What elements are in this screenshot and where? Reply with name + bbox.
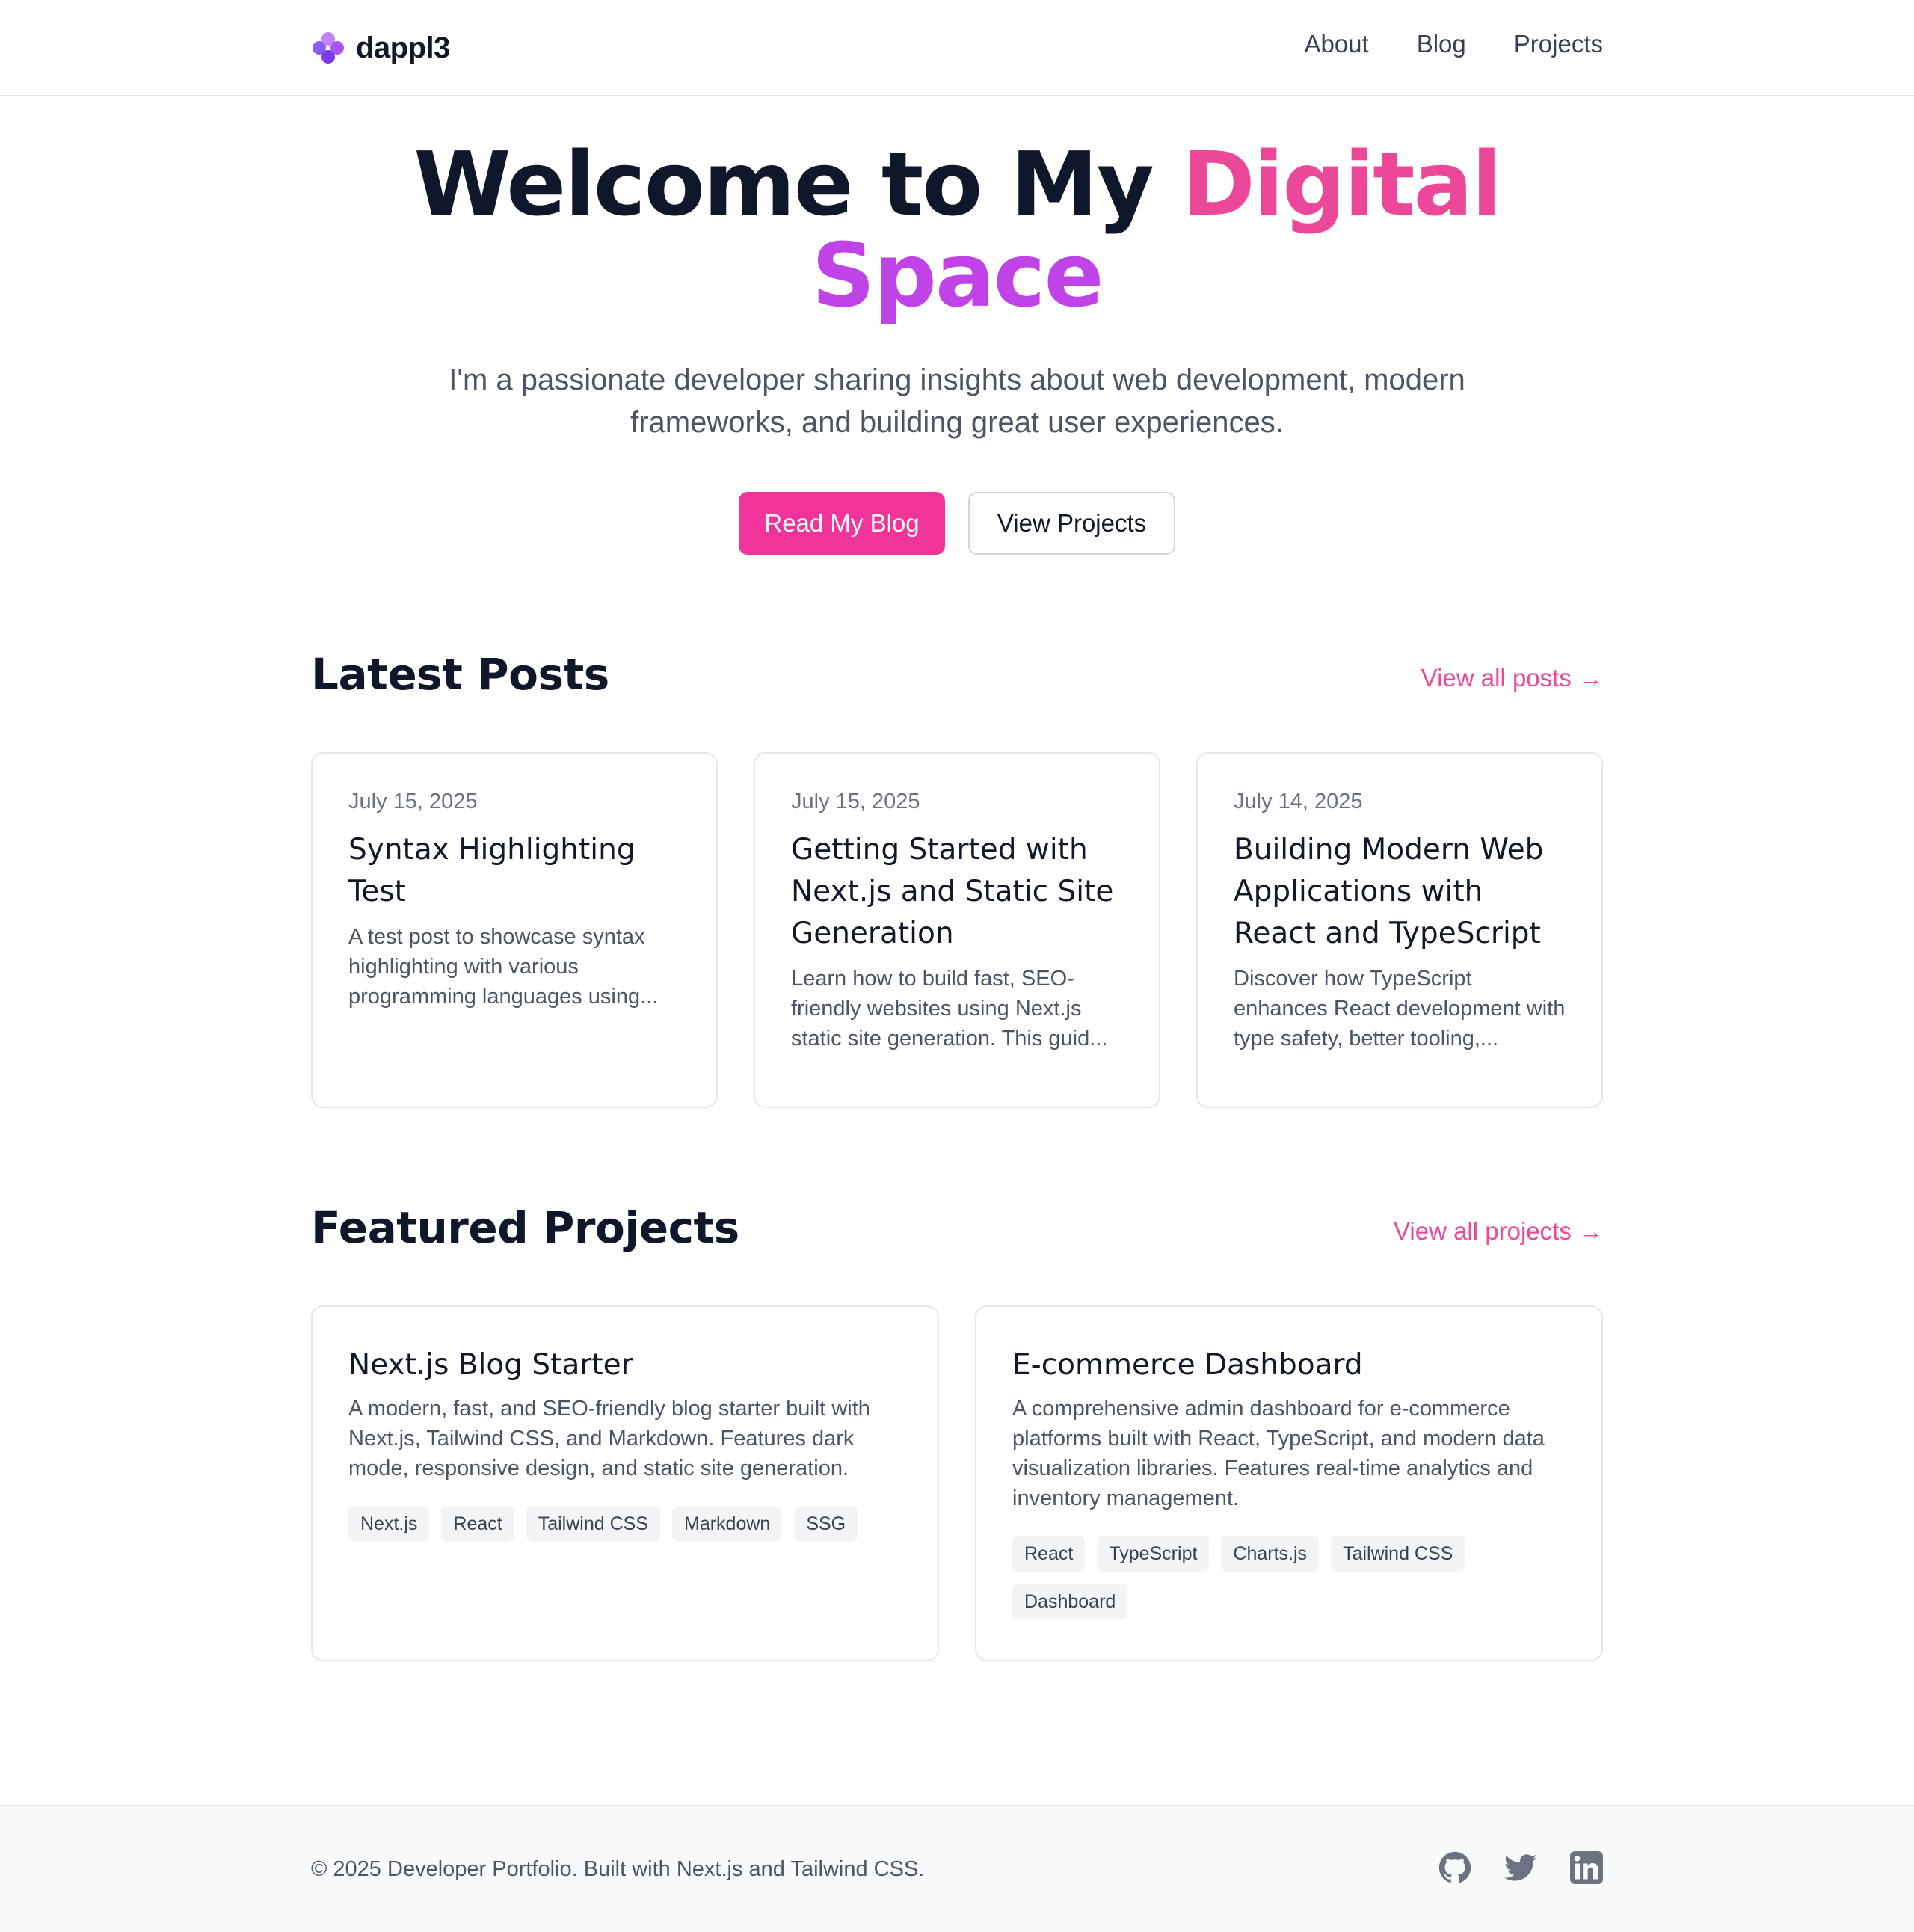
tag: React xyxy=(1012,1536,1086,1572)
project-description: A comprehensive admin dashboard for e-co… xyxy=(1012,1397,1545,1510)
tag: React xyxy=(441,1506,514,1542)
social-links xyxy=(1438,1851,1603,1884)
main-nav: About Blog Projects xyxy=(1304,30,1603,58)
post-excerpt: Learn how to build fast, SEO-friendly we… xyxy=(791,967,1108,1050)
tag: Charts.js xyxy=(1221,1536,1320,1572)
post-date: July 15, 2025 xyxy=(791,790,920,813)
tag: Tailwind CSS xyxy=(1331,1536,1465,1572)
hero-title-accent-digital: Digital xyxy=(1181,132,1502,236)
post-card[interactable]: July 15, 2025 Syntax Highlighting Test A… xyxy=(311,752,718,1108)
footer-copyright: © 2025 Developer Portfolio. Built with N… xyxy=(311,1857,925,1881)
view-projects-button[interactable]: View Projects xyxy=(968,492,1175,555)
post-title[interactable]: Building Modern Web Applications with Re… xyxy=(1234,829,1566,955)
project-card[interactable]: Next.js Blog Starter A modern, fast, and… xyxy=(311,1305,939,1661)
post-date: July 14, 2025 xyxy=(1234,790,1363,813)
site-header: dappl3 About Blog Projects xyxy=(0,0,1914,96)
nav-blog[interactable]: Blog xyxy=(1417,30,1466,58)
hero-title: Welcome to My Digital Space xyxy=(0,138,1914,321)
nav-projects[interactable]: Projects xyxy=(1514,30,1603,58)
tag: Next.js xyxy=(348,1506,430,1542)
project-title[interactable]: Next.js Blog Starter xyxy=(348,1346,902,1385)
hero-subtitle: I'm a passionate developer sharing insig… xyxy=(449,363,1465,439)
project-card[interactable]: E-commerce Dashboard A comprehensive adm… xyxy=(975,1305,1603,1661)
post-card[interactable]: July 15, 2025 Getting Started with Next.… xyxy=(754,752,1160,1108)
post-title[interactable]: Syntax Highlighting Test xyxy=(348,829,680,913)
hero-title-plain: Welcome to My xyxy=(413,132,1182,236)
nav-about[interactable]: About xyxy=(1304,30,1368,58)
view-all-posts-link[interactable]: View all posts → xyxy=(1421,664,1603,692)
post-title[interactable]: Getting Started with Next.js and Static … xyxy=(791,829,1123,955)
read-blog-button[interactable]: Read My Blog xyxy=(739,492,945,555)
tag: Markdown xyxy=(672,1506,783,1542)
tag: Dashboard xyxy=(1012,1584,1128,1619)
post-excerpt: A test post to showcase syntax highlight… xyxy=(348,925,659,1009)
project-title[interactable]: E-commerce Dashboard xyxy=(1012,1346,1566,1385)
site-footer: © 2025 Developer Portfolio. Built with N… xyxy=(0,1805,1914,1932)
tag: TypeScript xyxy=(1097,1536,1210,1572)
hero-title-accent-space: Space xyxy=(811,224,1104,327)
latest-posts-heading: Latest Posts xyxy=(311,649,609,700)
post-date: July 15, 2025 xyxy=(348,790,478,813)
tag: Tailwind CSS xyxy=(526,1506,660,1542)
twitter-icon[interactable] xyxy=(1504,1851,1537,1884)
logo-icon xyxy=(313,32,344,64)
view-all-projects-link[interactable]: View all projects → xyxy=(1394,1217,1603,1246)
tag: SSG xyxy=(794,1506,858,1542)
project-tags: Next.js React Tailwind CSS Markdown SSG xyxy=(348,1506,902,1542)
brand-name: dappl3 xyxy=(356,31,450,64)
featured-projects-heading: Featured Projects xyxy=(311,1202,739,1253)
project-description: A modern, fast, and SEO-friendly blog st… xyxy=(348,1397,870,1480)
post-excerpt: Discover how TypeScript enhances React d… xyxy=(1234,967,1566,1050)
linkedin-icon[interactable] xyxy=(1570,1851,1603,1884)
github-icon[interactable] xyxy=(1438,1851,1471,1884)
post-card[interactable]: July 14, 2025 Building Modern Web Applic… xyxy=(1196,752,1603,1108)
project-tags: React TypeScript Charts.js Tailwind CSS … xyxy=(1012,1536,1566,1619)
brand-link[interactable]: dappl3 xyxy=(313,27,450,69)
